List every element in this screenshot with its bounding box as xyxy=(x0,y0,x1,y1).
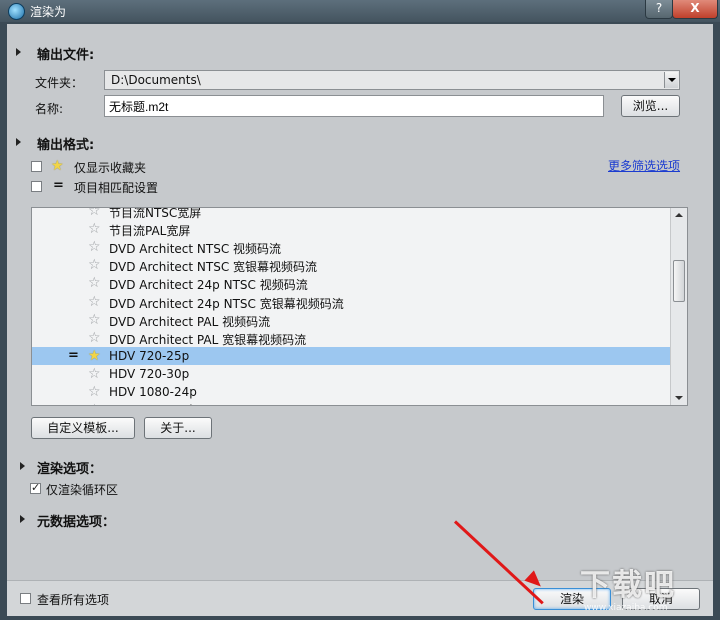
browse-button[interactable]: 浏览... xyxy=(621,95,680,117)
list-item-label: DVD Architect 24p NTSC 视频码流 xyxy=(109,278,308,293)
list-item[interactable]: ☆ DVD Architect 24p NTSC 视频码流 xyxy=(32,274,670,292)
title-bar: 渲染为 ? X xyxy=(0,0,720,22)
star-outline-icon[interactable]: ☆ xyxy=(88,258,101,272)
output-file-heading: 输出文件: xyxy=(37,48,95,63)
match-project-checkbox[interactable] xyxy=(31,181,42,192)
equals-icon: = xyxy=(68,347,79,363)
custom-template-button[interactable]: 自定义模板... xyxy=(31,417,135,439)
star-outline-icon[interactable]: ☆ xyxy=(88,367,101,381)
list-item-label: DVD Architect NTSC 宽银幕视频码流 xyxy=(109,260,318,275)
show-all-label: 查看所有选项 xyxy=(37,593,110,607)
metadata-options-heading: 元数据选项： xyxy=(37,515,116,530)
expand-output-format-icon[interactable] xyxy=(16,138,21,146)
expand-output-file-icon[interactable] xyxy=(16,48,21,56)
watermark-url: www.xiazaiba.com xyxy=(584,603,668,613)
scroll-up-icon[interactable] xyxy=(675,213,683,217)
list-item[interactable]: ☆ HDV 720-30p xyxy=(32,365,670,383)
star-outline-icon[interactable]: ☆ xyxy=(88,295,101,309)
output-format-heading: 输出格式: xyxy=(37,138,95,153)
equals-icon: = xyxy=(53,178,64,193)
star-outline-icon[interactable]: ☆ xyxy=(88,403,101,405)
window-title: 渲染为 xyxy=(30,5,67,19)
list-item-label: DVD Architect NTSC 视频码流 xyxy=(109,242,282,257)
list-item-label: DVD Architect PAL 视频码流 xyxy=(109,314,271,329)
list-item[interactable]: ☆ DVD Architect 24p NTSC 宽银幕视频码流 xyxy=(32,293,670,311)
chevron-down-icon[interactable] xyxy=(664,72,678,88)
name-input[interactable] xyxy=(104,95,604,117)
list-item[interactable]: ☆ HDV 1080-50i xyxy=(32,401,670,405)
list-item-label: HDV 720-25p xyxy=(109,348,190,363)
app-icon xyxy=(8,3,25,20)
scroll-down-icon[interactable] xyxy=(675,396,683,400)
template-list[interactable]: ☆ 节目流NTSC宽屏 ☆ 节目流PAL宽屏 ☆ DVD Architect NTSC 视… xyxy=(31,207,688,406)
name-label: 名称: xyxy=(35,102,64,116)
more-filters-link[interactable]: 更多筛选选项 xyxy=(608,157,680,174)
close-button[interactable]: X xyxy=(672,0,718,19)
render-options-heading: 渲染选项： xyxy=(37,462,103,477)
star-outline-icon[interactable]: ☆ xyxy=(88,240,101,254)
star-filled-icon: ★ xyxy=(51,158,64,174)
star-filled-icon[interactable]: ★ xyxy=(88,349,101,363)
list-item-label: DVD Architect 24p NTSC 宽银幕视频码流 xyxy=(109,296,344,311)
folder-value: D:\Documents\ xyxy=(111,73,201,87)
list-item-label: HDV 720-30p xyxy=(109,366,190,381)
watermark-logo: 下载吧 xyxy=(580,568,676,603)
list-item[interactable]: ☆ DVD Architect PAL 宽银幕视频码流 xyxy=(32,329,670,347)
loop-region-checkbox[interactable] xyxy=(30,481,41,494)
star-outline-icon[interactable]: ☆ xyxy=(88,222,101,236)
list-item[interactable]: ☆ DVD Architect NTSC 宽银幕视频码流 xyxy=(32,256,670,274)
list-item[interactable]: ☆ 节目流NTSC宽屏 xyxy=(32,207,670,220)
about-button[interactable]: 关于... xyxy=(144,417,212,439)
star-outline-icon[interactable]: ☆ xyxy=(88,276,101,290)
expand-render-options-icon[interactable] xyxy=(20,462,25,470)
list-item[interactable]: ☆ HDV 1080-24p xyxy=(32,383,670,401)
list-item[interactable]: ☆ 节目流PAL宽屏 xyxy=(32,220,670,238)
favorites-only-checkbox[interactable] xyxy=(31,161,42,172)
list-item[interactable]: ☆ DVD Architect PAL 视频码流 xyxy=(32,311,670,329)
star-outline-icon[interactable]: ☆ xyxy=(88,385,101,399)
star-outline-icon[interactable]: ☆ xyxy=(88,208,101,218)
list-item-label: 节目流PAL宽屏 xyxy=(109,224,191,239)
list-item[interactable]: = ★ HDV 720-25p xyxy=(32,346,670,365)
list-item[interactable]: ☆ DVD Architect NTSC 视频码流 xyxy=(32,238,670,256)
list-item-label: HDV 1080-50i xyxy=(109,403,193,405)
star-outline-icon[interactable]: ☆ xyxy=(88,331,101,345)
favorites-only-label: 仅显示收藏夹 xyxy=(74,161,147,175)
loop-region-label: 仅渲染循环区 xyxy=(46,483,119,497)
show-all-checkbox[interactable] xyxy=(20,593,31,604)
list-item-label: HDV 1080-24p xyxy=(109,385,197,399)
help-button[interactable]: ? xyxy=(645,0,673,19)
list-item-label: DVD Architect PAL 宽银幕视频码流 xyxy=(109,332,307,347)
dialog-body: 输出文件: 文件夹： D:\Documents\ 名称: 浏览... 输出格式:… xyxy=(7,24,713,616)
match-project-label: 项目相匹配设置 xyxy=(74,181,159,195)
folder-combo[interactable]: D:\Documents\ xyxy=(104,70,680,90)
list-scrollbar[interactable] xyxy=(670,208,687,405)
folder-label: 文件夹： xyxy=(35,76,84,90)
list-item-label: 节目流NTSC宽屏 xyxy=(109,207,202,220)
expand-metadata-options-icon[interactable] xyxy=(20,515,25,523)
scroll-thumb[interactable] xyxy=(673,260,685,302)
star-outline-icon[interactable]: ☆ xyxy=(88,313,101,327)
